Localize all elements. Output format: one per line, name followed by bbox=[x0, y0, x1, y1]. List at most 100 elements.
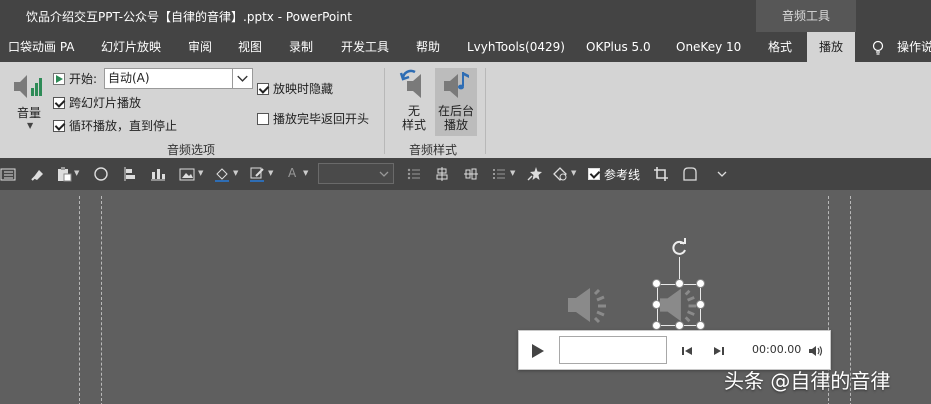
tab-view[interactable]: 视图 bbox=[238, 32, 262, 62]
window-title: 饮品介绍交互PPT-公众号【自律的音律】.pptx - PowerPoint bbox=[26, 10, 352, 24]
distribute-icon[interactable] bbox=[150, 166, 166, 182]
resize-handle[interactable] bbox=[696, 300, 705, 309]
no-style-line1: 无 bbox=[407, 104, 420, 118]
play-in-background-button[interactable]: 在后台 播放 bbox=[435, 68, 477, 136]
tab-okplus[interactable]: OKPlus 5.0 bbox=[586, 32, 651, 62]
resize-handle[interactable] bbox=[675, 279, 684, 288]
progress-bar[interactable] bbox=[559, 336, 667, 364]
align-middle-icon[interactable] bbox=[463, 166, 479, 182]
resize-handle[interactable] bbox=[675, 321, 684, 330]
cross-slides-checkbox[interactable] bbox=[53, 96, 65, 109]
rounded-shape-icon[interactable] bbox=[682, 166, 698, 182]
resize-handle[interactable] bbox=[652, 300, 661, 309]
volume-label[interactable]: 音量 bbox=[17, 104, 41, 121]
audio-speaker-icon[interactable] bbox=[566, 284, 610, 326]
music-speaker-icon bbox=[444, 72, 469, 98]
title-bar: 饮品介绍交互PPT-公众号【自律的音律】.pptx - PowerPoint 音… bbox=[0, 0, 931, 32]
chevron-down-icon[interactable] bbox=[232, 69, 252, 88]
hide-during-show-option[interactable]: 放映时隐藏 bbox=[257, 80, 333, 97]
loop-option[interactable]: 循环播放，直到停止 bbox=[53, 117, 177, 134]
cross-slides-label: 跨幻灯片播放 bbox=[69, 96, 142, 110]
volume-icon[interactable] bbox=[809, 345, 823, 357]
slide-canvas[interactable]: 00:00.00 头条 @自律的音律 bbox=[0, 190, 931, 404]
undo-speaker-icon bbox=[399, 69, 421, 98]
paste-icon[interactable] bbox=[56, 166, 72, 182]
play-icon[interactable] bbox=[531, 343, 545, 359]
volume-icon[interactable] bbox=[12, 70, 44, 104]
loop-label: 循环播放，直到停止 bbox=[69, 119, 178, 133]
watermark: 头条 @自律的音律 bbox=[724, 369, 891, 393]
tab-pocket-animation[interactable]: 口袋动画 PA bbox=[8, 32, 75, 62]
chevron-down-icon[interactable] bbox=[378, 169, 390, 179]
animation-star-icon[interactable] bbox=[527, 166, 543, 182]
guide-line bbox=[79, 196, 80, 404]
audio-speaker-icon bbox=[659, 288, 697, 323]
play-in-background-line1: 在后台 bbox=[437, 104, 474, 118]
outline-color-icon[interactable] bbox=[249, 166, 265, 182]
time-display: 00:00.00 bbox=[752, 343, 802, 356]
tab-record[interactable]: 录制 bbox=[289, 32, 313, 62]
chevron-down-icon[interactable]: ▼ bbox=[571, 169, 576, 177]
rotate-handle-icon[interactable] bbox=[669, 238, 689, 258]
lightbulb-icon[interactable] bbox=[872, 40, 884, 56]
no-style-button[interactable]: 无 样式 bbox=[393, 68, 435, 136]
circle-shape-icon[interactable] bbox=[93, 166, 109, 182]
tab-lvyhtools[interactable]: LvyhTools(0429) bbox=[467, 32, 565, 62]
align-left-icon[interactable] bbox=[122, 166, 138, 182]
customize-toolbar-icon[interactable] bbox=[714, 166, 730, 182]
guides-label: 参考线 bbox=[604, 168, 641, 182]
hide-during-show-checkbox[interactable] bbox=[257, 82, 269, 95]
chevron-down-icon[interactable]: ▼ bbox=[510, 169, 515, 177]
cross-slides-option[interactable]: 跨幻灯片播放 bbox=[53, 94, 141, 111]
tab-format[interactable]: 格式 bbox=[768, 32, 792, 62]
chevron-down-icon[interactable]: ▼ bbox=[303, 169, 308, 177]
start-select-value: 自动(A) bbox=[108, 71, 150, 85]
skip-forward-icon[interactable] bbox=[713, 345, 725, 357]
resize-handle[interactable] bbox=[696, 321, 705, 330]
loop-checkbox[interactable] bbox=[53, 119, 65, 132]
rewind-after-checkbox[interactable] bbox=[257, 112, 269, 125]
tab-help[interactable]: 帮助 bbox=[416, 32, 440, 62]
picture-icon[interactable] bbox=[179, 166, 195, 182]
guides-checkbox[interactable] bbox=[588, 168, 600, 180]
ribbon-panel: 音量 ▼ 开始: 自动(A) 跨幻灯片播放 循环播放，直到停止 放映时隐藏 播放… bbox=[0, 62, 931, 158]
format-painter-icon[interactable] bbox=[30, 166, 46, 182]
audio-player: 00:00.00 bbox=[518, 330, 831, 370]
chevron-down-icon[interactable]: ▼ bbox=[74, 169, 79, 177]
fill-color-icon[interactable] bbox=[214, 166, 230, 182]
tab-developer[interactable]: 开发工具 bbox=[341, 32, 389, 62]
resize-handle[interactable] bbox=[652, 279, 661, 288]
chevron-down-icon[interactable]: ▼ bbox=[268, 169, 273, 177]
no-style-line2: 样式 bbox=[401, 118, 426, 132]
font-size-combo[interactable] bbox=[318, 163, 394, 184]
tell-me-search[interactable]: 操作说 bbox=[897, 32, 931, 62]
group-label-audio-styles: 音频样式 bbox=[409, 143, 458, 157]
play-in-background-line2: 播放 bbox=[443, 118, 468, 132]
tab-playback[interactable]: 播放 bbox=[807, 32, 855, 62]
tab-slideshow[interactable]: 幻灯片放映 bbox=[101, 32, 161, 62]
chevron-down-icon[interactable]: ▼ bbox=[27, 121, 33, 130]
quick-toolbar: ▼ ▼ ▼ ▼ A ▼ ▼ ▼ 参考线 bbox=[0, 158, 931, 190]
tab-onekey[interactable]: OneKey 10 bbox=[676, 32, 741, 62]
start-row: 开始: bbox=[53, 70, 97, 87]
start-select[interactable]: 自动(A) bbox=[104, 68, 253, 89]
rewind-after-option[interactable]: 播放完毕返回开头 bbox=[257, 110, 369, 127]
chevron-down-icon[interactable]: ▼ bbox=[233, 169, 238, 177]
skip-back-icon[interactable] bbox=[681, 345, 693, 357]
tab-review[interactable]: 审阅 bbox=[188, 32, 212, 62]
list-icon[interactable] bbox=[0, 166, 16, 182]
group-separator bbox=[485, 68, 486, 154]
selected-audio-object[interactable] bbox=[657, 284, 701, 326]
crop-icon[interactable] bbox=[653, 166, 669, 182]
font-color-icon[interactable]: A bbox=[288, 166, 296, 180]
resize-handle[interactable] bbox=[696, 279, 705, 288]
hide-during-show-label: 放映时隐藏 bbox=[273, 82, 334, 96]
chevron-down-icon[interactable]: ▼ bbox=[198, 169, 203, 177]
align-center-icon[interactable] bbox=[434, 166, 450, 182]
resize-handle[interactable] bbox=[652, 321, 661, 330]
shape-edit-icon[interactable] bbox=[552, 166, 568, 182]
bullet-list-icon[interactable] bbox=[406, 166, 422, 182]
numbered-list-icon[interactable] bbox=[491, 166, 507, 182]
guide-line bbox=[101, 196, 102, 404]
play-start-icon bbox=[53, 72, 65, 85]
